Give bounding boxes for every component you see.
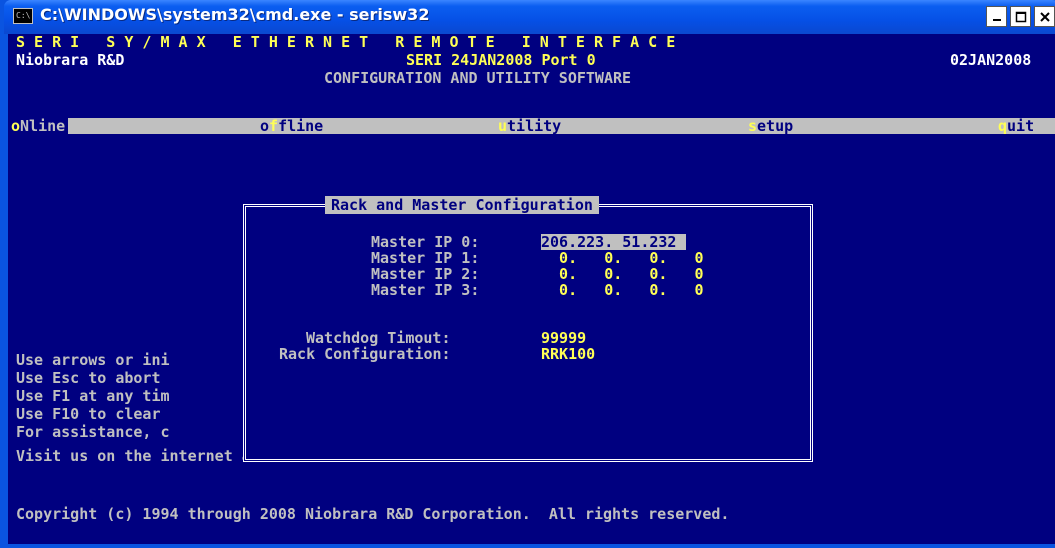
master-ip-1-field[interactable]: 0. 0. 0. 0 — [541, 250, 704, 266]
menu-quit-label: uit — [1007, 117, 1035, 135]
menu-bar: oNline offline utility setup quit — [8, 118, 1055, 134]
copyright-line: Copyright (c) 1994 through 2008 Niobrara… — [16, 505, 730, 523]
banner: S E R I S Y / M A X E T H E R N E T R E … — [16, 34, 676, 51]
rack-config-label: Rack Configuration: — [279, 345, 451, 363]
menu-online-label: Nline — [20, 117, 66, 135]
subtitle: CONFIGURATION AND UTILITY SOFTWARE — [324, 69, 632, 87]
master-ip-3-field[interactable]: 0. 0. 0. 0 — [541, 282, 704, 298]
menu-utility-hotkey: u — [498, 117, 508, 135]
menu-offline-prefix: o — [260, 117, 270, 135]
cmd-icon: C:\ — [13, 8, 33, 24]
window-title: C:\WINDOWS\system32\cmd.exe - serisw32 — [40, 5, 430, 24]
help-line: Use Esc to abort — [16, 369, 161, 387]
help-line: For assistance, c — [16, 423, 170, 441]
close-icon — [1039, 11, 1050, 22]
master-ip-0-field[interactable]: 206.223. 51.232 — [541, 234, 687, 250]
company-name: Niobrara R&D — [16, 51, 125, 69]
console-window: C:\ C:\WINDOWS\system32\cmd.exe - serisw… — [0, 0, 1055, 548]
master-ip-label: Master IP 1: — [371, 249, 480, 267]
date-label: 02JAN2008 — [950, 51, 1032, 69]
menu-offline[interactable]: offline — [260, 118, 323, 134]
master-ip-label: Master IP 3: — [371, 281, 480, 299]
menu-quit[interactable]: quit — [998, 118, 1034, 134]
minimize-button[interactable] — [986, 6, 1007, 27]
version-label: SERI 24JAN2008 Port 0 — [406, 51, 596, 69]
menu-setup[interactable]: setup — [748, 118, 793, 134]
menu-utility-label: tility — [507, 117, 562, 135]
watchdog-label: Watchdog Timout: — [306, 329, 451, 347]
menu-offline-label: fline — [278, 117, 324, 135]
rack-config-field[interactable]: RRK100 — [541, 346, 595, 362]
master-ip-2-field[interactable]: 0. 0. 0. 0 — [541, 266, 704, 282]
watchdog-field[interactable]: 99999 — [541, 330, 586, 346]
maximize-icon — [1015, 11, 1026, 22]
rack-master-dialog: Rack and Master Configuration Master IP … — [243, 196, 813, 462]
maximize-button[interactable] — [1010, 6, 1031, 27]
close-button[interactable] — [1034, 6, 1055, 27]
console-area[interactable]: S E R I S Y / M A X E T H E R N E T R E … — [8, 34, 1055, 544]
master-ip-label: Master IP 2: — [371, 265, 480, 283]
dialog-title: Rack and Master Configuration — [325, 196, 599, 214]
menu-setup-label: etup — [757, 117, 794, 135]
menu-setup-hotkey: s — [748, 117, 758, 135]
menu-online[interactable]: oNline — [8, 117, 69, 135]
menu-utility[interactable]: utility — [498, 118, 561, 134]
help-line: Use F10 to clear — [16, 405, 161, 423]
master-ip-label: Master IP 0: — [371, 233, 480, 251]
menu-offline-hotkey: f — [269, 117, 279, 135]
help-line: Use arrows or ini — [16, 351, 170, 369]
minimize-icon — [992, 18, 1001, 21]
help-line: Use F1 at any tim — [16, 387, 170, 405]
menu-online-hotkey: o — [11, 117, 21, 135]
menu-quit-hotkey: q — [998, 117, 1008, 135]
title-bar[interactable]: C:\ C:\WINDOWS\system32\cmd.exe - serisw… — [4, 0, 1055, 34]
